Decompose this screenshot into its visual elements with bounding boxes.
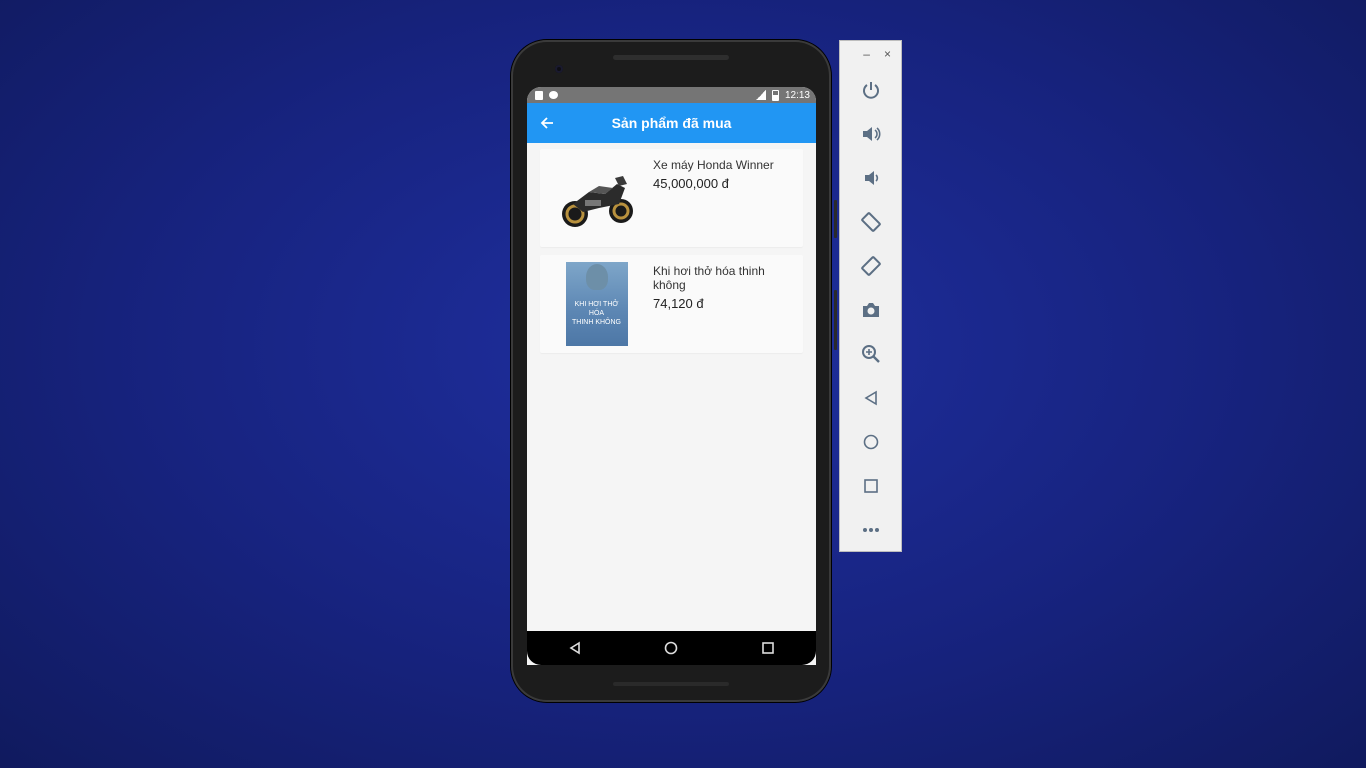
product-card[interactable]: Xe máy Honda Winner 45,000,000 đ [540,149,803,247]
home-icon[interactable] [840,420,901,464]
back-icon[interactable] [840,376,901,420]
emulator-toolbar: – × [839,40,902,552]
rotate-right-icon[interactable] [840,244,901,288]
book-cover-image: KHI HƠI THỞ HÓA THINH KHÔNG [540,255,653,353]
signal-icon [755,90,766,100]
battery-icon [771,89,779,101]
close-button[interactable]: × [884,48,891,66]
product-price: 45,000,000 đ [653,176,729,191]
zoom-icon[interactable] [840,332,901,376]
product-name: Xe máy Honda Winner [653,158,774,172]
front-camera [555,65,563,73]
phone-screen: 12:13 Sản phẩm đã mua Xe máy Honda Winne… [527,87,816,665]
back-triangle-icon[interactable] [560,641,590,655]
arrow-back-icon[interactable] [527,116,567,130]
product-card[interactable]: KHI HƠI THỞ HÓA THINH KHÔNG Khi hơi thở … [540,255,803,353]
camera-icon[interactable] [840,288,901,332]
phone-frame: 12:13 Sản phẩm đã mua Xe máy Honda Winne… [511,40,831,702]
sd-card-icon [535,90,543,100]
phone-side-button [834,200,837,238]
page-title: Sản phẩm đã mua [611,115,732,131]
app-bar: Sản phẩm đã mua [527,103,816,143]
power-icon[interactable] [840,68,901,112]
product-info: Xe máy Honda Winner 45,000,000 đ [653,149,774,247]
minimize-button[interactable]: – [863,48,870,66]
product-info: Khi hơi thở hóa thinh không 74,120 đ [653,255,783,353]
status-time: 12:13 [784,89,810,101]
book-cover-text: HÓA [588,310,605,317]
book-cover-text: THINH KHÔNG [572,319,621,326]
android-icon [549,91,558,99]
rotate-left-icon[interactable] [840,200,901,244]
recents-square-icon[interactable] [753,641,783,655]
volume-down-icon[interactable] [840,156,901,200]
home-circle-icon[interactable] [656,641,686,655]
overview-icon[interactable] [840,464,901,508]
status-bar: 12:13 [527,87,816,103]
more-icon[interactable] [840,508,901,552]
product-list: Xe máy Honda Winner 45,000,000 đ KHI HƠI… [527,143,816,353]
earpiece-speaker [613,55,729,60]
motorbike-image [540,149,653,247]
product-price: 74,120 đ [653,296,704,311]
volume-up-icon[interactable] [840,112,901,156]
book-cover-text: KHI HƠI THỞ [574,301,619,308]
phone-side-button [834,290,837,350]
nav-bar [527,631,816,665]
product-name: Khi hơi thở hóa thinh không [653,264,765,292]
bottom-speaker [613,682,729,686]
